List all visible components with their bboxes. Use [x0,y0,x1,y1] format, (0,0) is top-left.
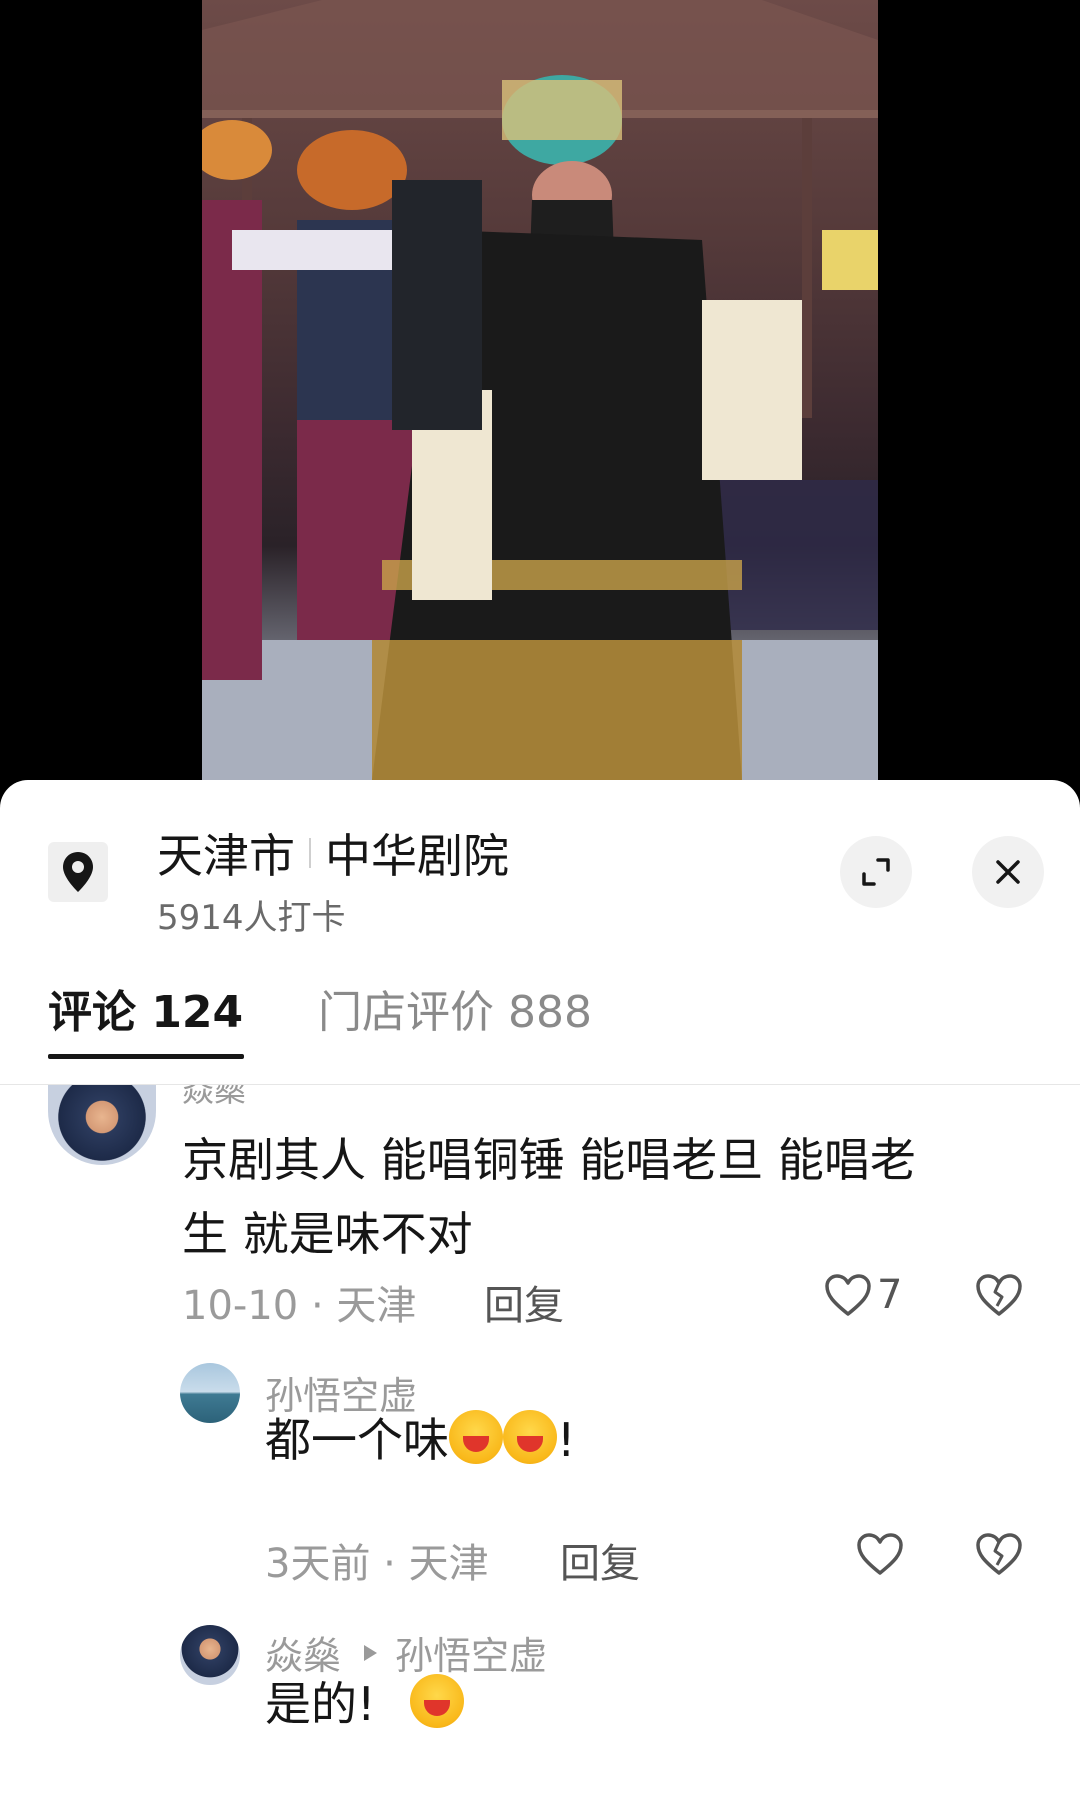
location-pin-icon [48,842,108,902]
dislike-button[interactable] [975,1272,1023,1318]
reply-arrow-icon [364,1644,378,1661]
expand-button[interactable] [840,836,912,908]
like-count: 7 [877,1272,903,1318]
close-icon [996,860,1020,884]
location-venue: 中华剧院 [325,829,509,883]
comment-author[interactable]: 焱燊 [182,1085,246,1111]
title-separator [309,838,311,868]
reply-text-body: 是的! [265,1677,376,1731]
reply-text: 都一个味! [265,1403,575,1477]
heart-icon [857,1533,903,1575]
expand-icon [862,858,890,886]
like-button[interactable]: 7 [823,1272,902,1318]
reply-text-suffix: ! [557,1413,576,1467]
reply-meta: 3天前 · 天津 [265,1541,489,1587]
location-city: 天津市 [157,829,295,883]
tab-bar: 评论 124 门店评价 888 [0,970,1080,1078]
close-button[interactable] [972,836,1044,908]
reply-text: 是的! [265,1667,465,1741]
avatar[interactable] [48,1085,156,1165]
avatar[interactable] [180,1363,240,1423]
avatar[interactable] [180,1625,240,1685]
video-player[interactable] [0,0,1080,800]
comment-text-line: 生 就是味不对 [182,1207,473,1261]
comment-sheet: 天津市 中华剧院 5914人打卡 评论 124 门店评价 888 焱燊 京剧其人… [0,780,1080,1806]
laugh-cry-emoji [410,1674,465,1728]
video-frame [202,0,878,780]
comment-text: 京剧其人 能唱铜锤 能唱老旦 能唱老 生 就是味不对 [182,1123,1022,1271]
reply-text-body: 都一个味 [265,1413,449,1467]
tab-comments[interactable]: 评论 124 [48,976,243,1040]
broken-heart-icon [976,1533,1022,1575]
reply-button[interactable]: 回复 [560,1531,640,1589]
dislike-button[interactable] [975,1531,1023,1577]
active-tab-indicator [48,1054,244,1059]
laugh-cry-emoji [449,1410,503,1464]
location-title[interactable]: 天津市 中华剧院 [157,820,509,886]
comment-text-line: 京剧其人 能唱铜锤 能唱老旦 能唱老 [182,1133,916,1187]
comment-list: 焱燊 京剧其人 能唱铜锤 能唱老旦 能唱老 生 就是味不对 10-10 · 天津… [0,1085,1080,1806]
heart-icon [825,1274,871,1316]
like-button[interactable] [855,1531,905,1577]
checkin-count: 5914人打卡 [157,898,346,938]
laugh-cry-emoji [503,1410,557,1464]
reply-button[interactable]: 回复 [484,1273,564,1331]
broken-heart-icon [976,1274,1022,1316]
tab-store-reviews[interactable]: 门店评价 888 [318,976,592,1040]
comment-meta: 10-10 · 天津 [182,1283,417,1329]
